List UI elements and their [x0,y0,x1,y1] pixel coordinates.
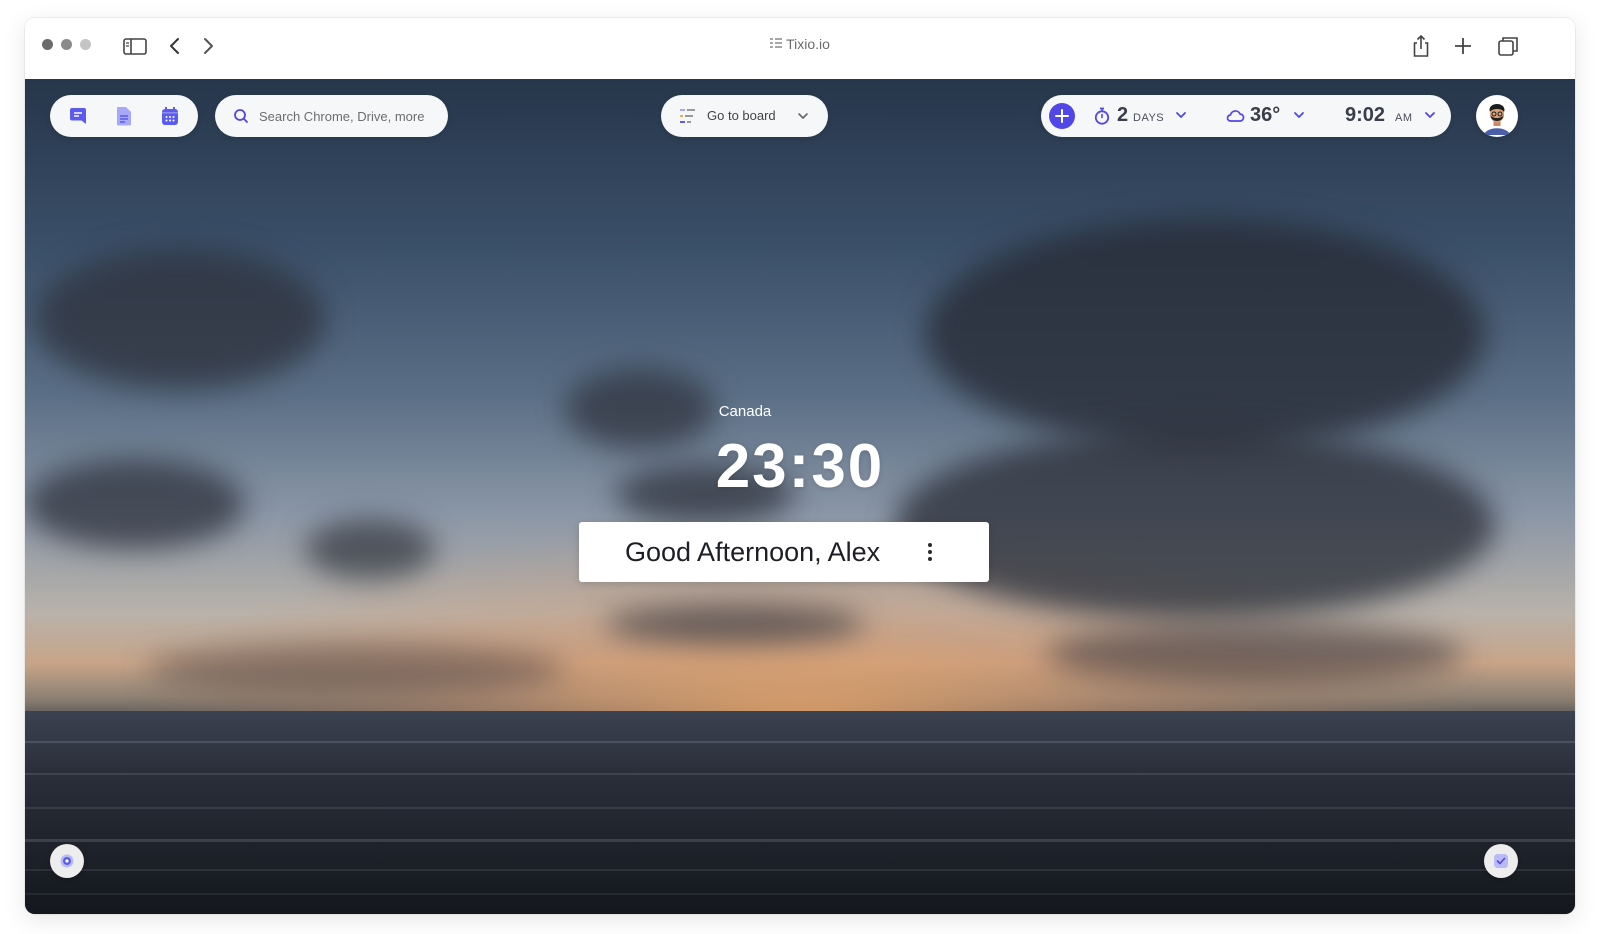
go-to-board-label: Go to board [707,108,776,123]
chat-icon[interactable] [67,105,89,127]
stopwatch-icon [1094,107,1110,125]
wave-line [25,807,1575,809]
site-icon [770,38,783,48]
add-widget-button[interactable] [1049,103,1075,129]
countdown-unit: DAYS [1133,112,1165,124]
time-chevron-icon[interactable] [1424,109,1436,121]
background-cloud [145,644,565,694]
plus-icon [1055,109,1069,123]
location-label: Canada [718,403,772,420]
background-cloud [305,519,435,579]
widgets-bar: 2 DAYS 36° 9:02 AM [1041,95,1451,137]
main-clock: 23:30 [715,432,885,501]
browser-toolbar: Tixio.io [25,18,1575,79]
quick-links-bar [50,95,198,137]
new-tab-page: Go to board 2 DAYS 36° 9:02 AM [25,79,1575,914]
more-options-icon[interactable] [921,538,939,566]
wave-line [25,773,1575,775]
gear-icon [60,854,74,868]
avatar-illustration [1478,97,1516,135]
temperature-value: 36° [1250,104,1281,126]
checkbox-icon [1494,854,1508,868]
wave-line [25,869,1575,871]
sea-background [25,711,1575,914]
browser-window: Tixio.io Search Chrome, Drive, more Go t… [25,18,1575,914]
url-text: Tixio.io [786,36,830,52]
search-input[interactable] [259,105,439,127]
background-cloud [605,604,865,644]
settings-button[interactable] [50,844,84,878]
chevron-down-icon [798,113,808,119]
address-bar[interactable]: Tixio.io [25,36,1575,52]
wave-line [25,741,1575,743]
time-period: AM [1395,112,1413,124]
tasks-button[interactable] [1484,844,1518,878]
tabs-overview-icon[interactable] [1494,32,1522,60]
weather-chevron-icon[interactable] [1293,109,1305,121]
greeting-text: Good Afternoon, Alex [625,537,881,567]
wave-line [25,893,1575,895]
calendar-icon[interactable] [159,105,181,127]
background-cloud [1045,624,1465,684]
countdown-chevron-icon[interactable] [1175,109,1187,121]
board-icon [680,109,695,123]
search-icon [234,109,248,123]
new-tab-icon[interactable] [1449,32,1477,60]
time-value: 9:02 [1345,104,1386,126]
background-cloud [35,249,325,389]
go-to-board-button[interactable]: Go to board [661,95,828,137]
cloud-icon [1226,110,1245,122]
share-icon[interactable] [1407,32,1435,60]
search-bar [215,95,448,137]
avatar[interactable] [1476,95,1518,137]
wave-line [25,839,1575,842]
document-icon[interactable] [113,105,135,127]
greeting-card: Good Afternoon, Alex [579,522,989,582]
countdown-value: 2 [1117,104,1129,126]
